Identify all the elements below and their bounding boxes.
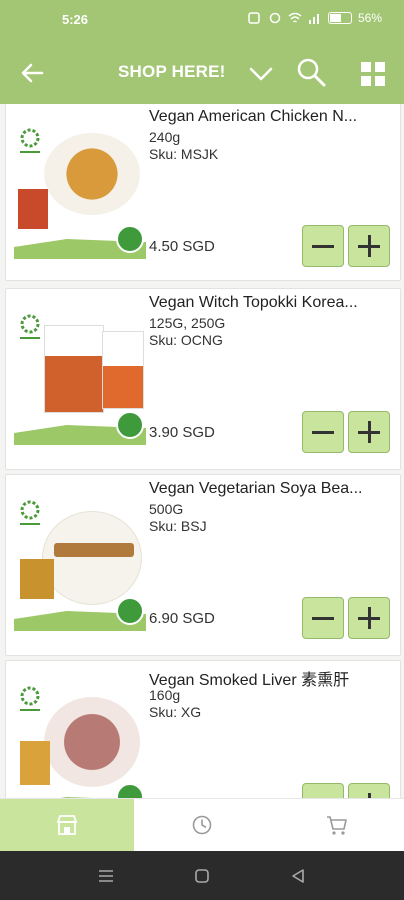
product-card[interactable]: Vegan Smoked Liver 素熏肝 160g Sku: XG xyxy=(5,660,401,798)
product-sku: Sku: OCNG xyxy=(149,332,223,348)
signal-icon xyxy=(308,14,319,24)
product-package xyxy=(102,331,144,409)
food-plate xyxy=(42,511,142,605)
food-plate xyxy=(44,697,140,787)
search-icon[interactable] xyxy=(295,56,327,88)
cart-icon xyxy=(327,816,347,835)
brand-logo-icon xyxy=(20,314,40,339)
product-sku: Sku: BSJ xyxy=(149,518,207,534)
product-image[interactable] xyxy=(14,481,146,631)
product-image[interactable] xyxy=(14,295,146,445)
product-list[interactable]: Vegan American Chicken N... 240g Sku: MS… xyxy=(0,104,404,798)
product-name[interactable]: Vegan Witch Topokki Korea... xyxy=(149,294,391,312)
home-icon[interactable] xyxy=(194,868,210,884)
alarm-icon xyxy=(269,12,281,24)
tab-cart[interactable] xyxy=(270,799,404,852)
menu-icon[interactable] xyxy=(97,868,115,884)
tab-shop[interactable] xyxy=(0,799,134,852)
status-bar: 5:26 56% xyxy=(0,0,404,42)
increase-quantity-button[interactable] xyxy=(348,225,390,267)
product-weight: 160g xyxy=(149,687,181,703)
decrease-quantity-button[interactable] xyxy=(302,411,344,453)
back-icon[interactable] xyxy=(290,868,306,884)
food-plate xyxy=(44,133,140,215)
status-time: 5:26 xyxy=(62,12,89,27)
product-card[interactable]: Vegan American Chicken N... 240g Sku: MS… xyxy=(5,104,401,281)
product-weight: 240g xyxy=(149,129,181,145)
tab-history[interactable] xyxy=(135,799,269,852)
product-image[interactable] xyxy=(14,109,146,259)
product-weight: 500G xyxy=(149,501,184,517)
grid-view-icon[interactable] xyxy=(360,61,386,87)
brand-logo-icon xyxy=(20,686,40,711)
product-price: 3.90 SGD xyxy=(149,424,215,441)
product-package xyxy=(20,741,50,785)
product-package xyxy=(44,325,104,413)
brand-logo-icon xyxy=(20,500,40,525)
vegan-badge-icon xyxy=(116,225,144,253)
nfc-icon xyxy=(248,12,260,24)
decrease-quantity-button[interactable] xyxy=(302,597,344,639)
product-price: 4.50 SGD xyxy=(149,238,215,255)
product-card[interactable]: Vegan Vegetarian Soya Bea... 500G Sku: B… xyxy=(5,474,401,656)
status-icons: 56% xyxy=(248,11,382,25)
vegan-badge-icon xyxy=(116,411,144,439)
bottom-tab-bar xyxy=(0,798,404,852)
vegan-badge-icon xyxy=(116,783,144,798)
app-header: SHOP HERE! xyxy=(0,42,404,104)
decrease-quantity-button[interactable] xyxy=(302,225,344,267)
product-package xyxy=(20,559,54,599)
product-card[interactable]: Vegan Witch Topokki Korea... 125G, 250G … xyxy=(5,288,401,470)
clock-icon xyxy=(192,815,212,835)
system-nav-bar xyxy=(0,851,404,900)
brand-logo-icon xyxy=(20,128,40,153)
product-name[interactable]: Vegan American Chicken N... xyxy=(149,108,391,126)
chevron-down-icon[interactable] xyxy=(247,61,275,85)
decrease-quantity-button[interactable] xyxy=(302,783,344,798)
food-item xyxy=(54,543,134,557)
increase-quantity-button[interactable] xyxy=(348,783,390,798)
page-title: SHOP HERE! xyxy=(118,62,226,81)
increase-quantity-button[interactable] xyxy=(348,411,390,453)
product-sku: Sku: MSJK xyxy=(149,146,219,162)
increase-quantity-button[interactable] xyxy=(348,597,390,639)
product-price: 6.90 SGD xyxy=(149,610,215,627)
product-weight: 125G, 250G xyxy=(149,315,226,331)
product-name[interactable]: Vegan Vegetarian Soya Bea... xyxy=(149,480,391,498)
product-package xyxy=(18,189,48,229)
product-image[interactable] xyxy=(14,667,146,798)
product-name[interactable]: Vegan Smoked Liver 素熏肝 xyxy=(149,666,391,690)
vegan-badge-icon xyxy=(116,597,144,625)
product-sku: Sku: XG xyxy=(149,704,202,720)
battery-icon xyxy=(327,12,352,24)
wifi-icon xyxy=(288,12,302,23)
back-arrow-icon[interactable] xyxy=(18,59,48,87)
shop-icon xyxy=(56,815,78,835)
battery-percent: 56% xyxy=(357,11,382,25)
